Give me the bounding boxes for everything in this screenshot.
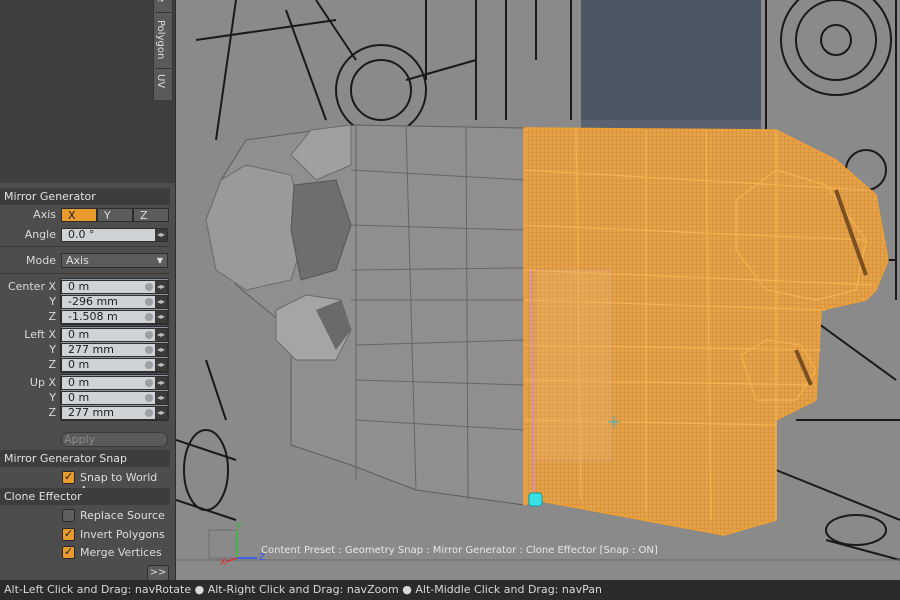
chevron-down-icon: ▼	[156, 256, 163, 265]
reset-icon[interactable]	[145, 283, 153, 291]
left-z-value: 0 m	[68, 358, 90, 371]
apply-button[interactable]: Apply	[61, 432, 168, 447]
stepper-arrows-icon[interactable]: ◂▸	[155, 344, 167, 356]
angle-value: 0.0 °	[68, 228, 95, 241]
reset-icon[interactable]	[145, 379, 153, 387]
left-y-value: 277 mm	[68, 343, 114, 356]
reset-icon[interactable]	[145, 331, 153, 339]
viewport-info-text: Content Preset : Geometry Snap : Mirror …	[261, 545, 658, 556]
left-x-value: 0 m	[68, 328, 90, 341]
reset-icon[interactable]	[145, 298, 153, 306]
center-x-value: 0 m	[68, 280, 90, 293]
axis-x-label: X	[220, 558, 226, 568]
axis-y-label: Y	[235, 522, 242, 532]
left-y-label: Y	[49, 343, 56, 356]
reset-icon[interactable]	[145, 346, 153, 354]
left-y-field[interactable]: 277 mm ◂▸	[61, 343, 168, 357]
mode-value: Axis	[66, 254, 89, 267]
center-z-field[interactable]: -1.508 m ◂▸	[61, 310, 168, 324]
merge-vertices-checkbox[interactable]	[62, 545, 75, 559]
stepper-arrows-icon[interactable]: ◂▸	[155, 311, 167, 323]
tab-e-label: e	[155, 0, 166, 2]
stepper-arrows-icon[interactable]: ◂▸	[155, 281, 167, 293]
tab-uv[interactable]: UV	[154, 70, 172, 98]
center-z-label: Z	[48, 310, 56, 323]
back-window	[581, 0, 761, 120]
vertical-tab-strip: e Polygon UV	[153, 0, 173, 100]
stepper-arrows-icon[interactable]: ◂▸	[155, 329, 167, 341]
snap-point-handle[interactable]	[528, 492, 543, 507]
stepper-arrows-icon[interactable]: ◂▸	[155, 407, 167, 419]
up-x-field[interactable]: 0 m ◂▸	[61, 376, 168, 390]
tool-properties-panel: e Polygon UV Mirror Generator Axis X Y Z…	[0, 0, 176, 581]
up-y-value: 0 m	[68, 391, 90, 404]
up-z-field[interactable]: 277 mm ◂▸	[61, 406, 168, 420]
clone-effector-header[interactable]: Clone Effector	[0, 488, 170, 505]
center-y-label: Y	[49, 295, 56, 308]
up-x-value: 0 m	[68, 376, 90, 389]
up-z-label: Z	[48, 406, 56, 419]
axis-y-button[interactable]: Y	[97, 208, 133, 222]
stepper-arrows-icon[interactable]: ◂▸	[155, 296, 167, 308]
up-x-label: Up X	[29, 376, 56, 389]
reset-icon[interactable]	[145, 394, 153, 402]
expand-panel-button[interactable]: >>	[147, 565, 169, 581]
left-z-label: Z	[48, 358, 56, 371]
up-z-value: 277 mm	[68, 406, 114, 419]
angle-label: Angle	[24, 228, 56, 241]
up-y-label: Y	[49, 391, 56, 404]
invert-polygons-checkbox[interactable]	[62, 527, 75, 541]
mode-label: Mode	[26, 254, 56, 267]
left-x-label: Left X	[24, 328, 56, 341]
replace-source-label: Replace Source	[80, 509, 165, 522]
tab-polygon[interactable]: Polygon	[154, 14, 172, 66]
left-z-field[interactable]: 0 m ◂▸	[61, 358, 168, 372]
reset-icon[interactable]	[145, 409, 153, 417]
tab-uv-label: UV	[155, 74, 166, 89]
merge-vertices-label: Merge Vertices	[80, 546, 162, 559]
center-z-value: -1.508 m	[68, 310, 118, 323]
replace-source-checkbox[interactable]	[62, 509, 75, 522]
mode-dropdown[interactable]: Axis ▼	[61, 253, 168, 268]
mirror-generator-snap-header[interactable]: Mirror Generator Snap	[0, 450, 170, 467]
center-y-value: -296 mm	[68, 295, 118, 308]
snap-to-world-checkbox[interactable]	[62, 470, 75, 484]
stepper-arrows-icon[interactable]: ◂▸	[155, 392, 167, 404]
axis-label: Axis	[33, 208, 56, 221]
up-y-field[interactable]: 0 m ◂▸	[61, 391, 168, 405]
stepper-arrows-icon[interactable]: ◂▸	[155, 377, 167, 389]
mirror-generator-header[interactable]: Mirror Generator	[0, 188, 170, 205]
left-x-field[interactable]: 0 m ◂▸	[61, 328, 168, 342]
invert-polygons-label: Invert Polygons	[80, 528, 165, 541]
tab-polygon-label: Polygon	[155, 20, 166, 60]
reset-icon[interactable]	[145, 313, 153, 321]
3d-viewport[interactable]: Y Z X Content Preset : Geometry Snap : M…	[176, 0, 900, 580]
angle-field[interactable]: 0.0 ° ◂▸	[61, 228, 168, 242]
stepper-arrows-icon[interactable]: ◂▸	[155, 229, 167, 241]
center-y-field[interactable]: -296 mm ◂▸	[61, 295, 168, 309]
center-x-label: Center X	[7, 280, 56, 293]
viewport-scene: Y Z X	[176, 0, 900, 580]
status-bar: Alt-Left Click and Drag: navRotate ● Alt…	[0, 580, 900, 600]
reset-icon[interactable]	[145, 361, 153, 369]
axis-x-button[interactable]: X	[61, 208, 97, 222]
axis-z-button[interactable]: Z	[133, 208, 169, 222]
tab-e[interactable]: e	[154, 0, 172, 10]
stepper-arrows-icon[interactable]: ◂▸	[155, 359, 167, 371]
panel-empty-area	[0, 0, 175, 183]
center-x-field[interactable]: 0 m ◂▸	[61, 280, 168, 294]
